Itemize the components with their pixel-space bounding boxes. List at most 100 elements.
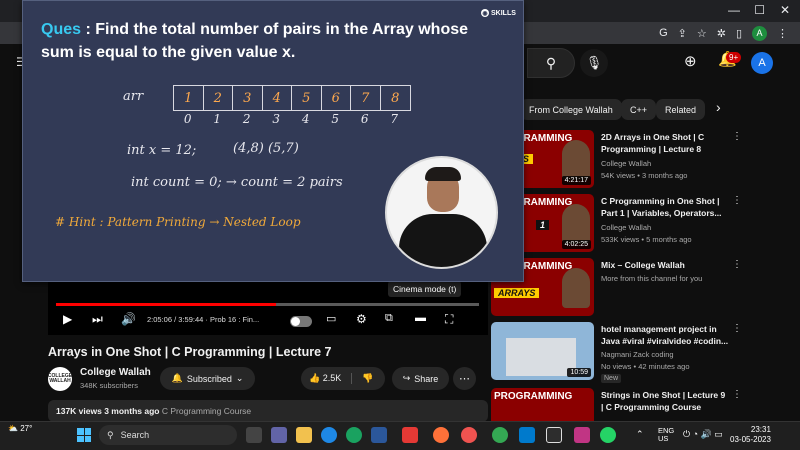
whatsapp-icon[interactable] xyxy=(600,427,616,443)
video-duration: 10:59 xyxy=(567,368,591,377)
network-volume-battery-icons[interactable]: ⏻ ◔ 🔊 ▭ xyxy=(683,429,723,440)
settings-gear-icon[interactable]: ⚙ xyxy=(356,312,367,326)
rec-title-5[interactable]: Strings in One Shot | Lecture 9 | C Prog… xyxy=(601,389,729,413)
window-close-button[interactable]: ✕ xyxy=(780,3,790,17)
wps-icon[interactable] xyxy=(402,427,418,443)
teams-icon[interactable] xyxy=(271,427,287,443)
count-line: int count = 0; → count = 2 pairs xyxy=(131,175,343,190)
sidebar-icon[interactable]: ▯ xyxy=(736,27,742,40)
search-button[interactable]: ⚲ xyxy=(527,48,575,78)
progress-bar-played xyxy=(56,303,276,306)
chip-from-channel[interactable]: From College Wallah xyxy=(520,99,622,120)
array-index: 1 xyxy=(213,112,222,126)
notion-icon[interactable] xyxy=(546,427,562,443)
course-link[interactable]: C Programming Course xyxy=(162,406,251,416)
store-icon[interactable] xyxy=(371,427,387,443)
rec-more-icon[interactable]: ⋮ xyxy=(732,195,742,206)
share-page-icon[interactable]: ⇪ xyxy=(678,27,687,40)
presenter-image xyxy=(562,140,590,180)
share-icon: ↪ xyxy=(402,373,411,383)
bookmark-star-icon[interactable]: ☆ xyxy=(697,27,707,40)
rec-channel-2[interactable]: College Wallah xyxy=(601,223,651,232)
theater-mode-icon[interactable]: ▬ xyxy=(415,312,426,324)
pairs-list: (4,8) (5,7) xyxy=(233,141,299,156)
array-cell: 1 xyxy=(174,86,204,110)
edge-icon[interactable] xyxy=(346,427,362,443)
window-minimize-button[interactable]: — xyxy=(728,3,740,17)
array-cell: 7 xyxy=(351,86,381,110)
taskbar-clock[interactable]: 23:31 03-05-2023 xyxy=(730,425,771,445)
rec-more-icon[interactable]: ⋮ xyxy=(732,259,742,270)
tray-chevron-up-icon[interactable]: ⌃ xyxy=(636,429,644,440)
question-prefix: Ques xyxy=(41,21,82,38)
browser-menu-icon[interactable]: ⋮ xyxy=(777,27,788,40)
rec-more-icon[interactable]: ⋮ xyxy=(732,131,742,142)
like-button[interactable]: 👍 2.5K xyxy=(301,373,341,384)
profile-avatar[interactable]: A xyxy=(752,25,767,41)
volume-icon[interactable]: 🔊 xyxy=(121,312,136,326)
cortana-icon[interactable] xyxy=(321,427,337,443)
channel-name[interactable]: College Wallah xyxy=(80,367,151,378)
rec-thumbnail-4[interactable]: 10:59 xyxy=(491,322,594,380)
instagram-icon[interactable] xyxy=(574,427,590,443)
more-actions-button[interactable]: ⋯ xyxy=(453,367,476,390)
lang-bottom: US xyxy=(658,434,669,443)
rec-title-1[interactable]: 2D Arrays in One Shot | C Programming | … xyxy=(601,131,729,155)
chip-cpp[interactable]: C++ xyxy=(621,99,657,120)
language-indicator[interactable]: ENG US xyxy=(658,427,674,443)
presenter-avatar xyxy=(385,156,498,269)
extensions-icon[interactable]: ✲ xyxy=(717,27,726,40)
chevron-down-icon: ⌄ xyxy=(235,373,244,383)
array-index-row: 0 1 2 3 4 5 6 7 xyxy=(173,112,409,126)
weather-widget[interactable]: ⛅ 27° xyxy=(8,424,32,433)
chip-related[interactable]: Related xyxy=(656,99,706,120)
rec-thumbnail-5[interactable]: PROGRAMMING xyxy=(491,388,594,421)
rec-more-icon[interactable]: ⋮ xyxy=(732,323,742,334)
pw-skills-logo: ◉ SKILLS xyxy=(481,9,516,17)
like-dislike-group: 👍 2.5K 👎 xyxy=(301,367,385,390)
video-title: Arrays in One Shot | C Programming | Lec… xyxy=(48,345,332,359)
rec-channel-1[interactable]: College Wallah xyxy=(601,159,651,168)
rec-title-2[interactable]: C Programming in One Shot | Part 1 | Var… xyxy=(601,195,729,219)
fullscreen-icon[interactable]: ⛶ xyxy=(445,312,453,327)
voice-search-button[interactable]: 🎙 xyxy=(580,49,608,77)
presenter-hair xyxy=(425,167,461,181)
subscribed-button[interactable]: 🔔 Subscribed ⌄ xyxy=(160,367,255,390)
rec-meta-4: No views • 42 minutes ago xyxy=(601,362,690,371)
channel-avatar[interactable]: COLLEGE WALLAH xyxy=(48,367,72,391)
user-avatar[interactable]: A xyxy=(751,52,773,74)
share-button[interactable]: ↪ Share xyxy=(392,367,449,390)
thumbs-down-icon: 👎 xyxy=(362,373,374,383)
next-icon[interactable]: ⏭ xyxy=(92,312,103,327)
file-explorer-icon[interactable] xyxy=(296,427,312,443)
search-label: Search xyxy=(120,430,150,440)
subtitles-icon[interactable]: ▭ xyxy=(326,312,336,325)
play-icon[interactable]: ▶ xyxy=(63,312,72,326)
array-index: 6 xyxy=(360,112,369,126)
app-icon[interactable] xyxy=(461,427,477,443)
task-view-icon[interactable] xyxy=(246,427,262,443)
description-box[interactable]: 137K views 3 months ago C Programming Co… xyxy=(48,400,488,422)
rec-channel-4[interactable]: Nagmani Zack coding xyxy=(601,350,674,359)
rec-title-4[interactable]: hotel management project in Java #viral … xyxy=(601,323,729,347)
rec-more-icon[interactable]: ⋮ xyxy=(732,389,742,400)
taskbar-search[interactable]: ⚲ Search xyxy=(99,425,237,445)
array-cell: 3 xyxy=(233,86,263,110)
google-icon[interactable]: G xyxy=(659,27,668,39)
windows-start-icon[interactable] xyxy=(77,428,91,442)
array-index: 5 xyxy=(331,112,340,126)
vscode-icon[interactable] xyxy=(519,427,535,443)
view-count: 137K views xyxy=(56,406,102,416)
rec-title-3[interactable]: Mix – College Wallah xyxy=(601,259,729,271)
chevron-right-icon[interactable]: › xyxy=(716,99,721,115)
firefox-icon[interactable] xyxy=(433,427,449,443)
miniplayer-icon[interactable]: ⧉ xyxy=(385,312,393,325)
lecture-slide[interactable]: ◉ SKILLS Ques : Find the total number of… xyxy=(22,0,524,282)
notification-badge: 9+ xyxy=(726,52,742,63)
video-duration: 4:21:17 xyxy=(561,176,591,185)
window-maximize-button[interactable]: ☐ xyxy=(754,3,765,17)
create-video-icon[interactable]: ⊕ xyxy=(684,52,697,70)
subscriber-count: 348K subscribers xyxy=(80,381,138,390)
dislike-button[interactable]: 👎 xyxy=(351,373,373,384)
chrome-icon[interactable] xyxy=(492,427,508,443)
